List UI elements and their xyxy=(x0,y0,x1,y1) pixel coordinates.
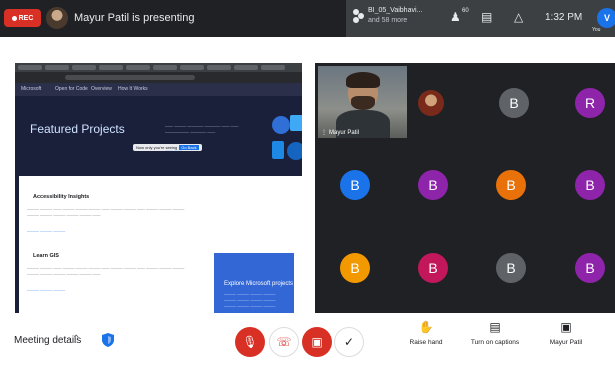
presentation-title[interactable]: BI_05_Vaibhavi... xyxy=(368,7,422,14)
address-bar xyxy=(15,72,302,83)
check-icon: ✓ xyxy=(343,335,355,349)
presentation-subtitle: and 58 more xyxy=(368,17,408,24)
recording-badge: REC xyxy=(4,9,41,27)
participant-avatar[interactable]: B xyxy=(496,170,526,200)
site-nav: Microsoft Open for Code Overview How It … xyxy=(15,83,302,96)
participant-photo-avatar[interactable] xyxy=(418,90,444,116)
participant-avatar[interactable]: B xyxy=(418,253,448,283)
item-text: ——— ——— —— ——— ——— ——— —— ——— ——— —— ———… xyxy=(27,265,185,276)
item-link[interactable]: ——— ——— ——— xyxy=(27,228,65,233)
item-link[interactable]: ——— ——— ——— xyxy=(27,287,65,292)
hero-artwork xyxy=(272,115,302,160)
activities-icon[interactable]: △ xyxy=(514,10,523,24)
nav-item: Overview xyxy=(91,86,112,92)
mic-level-icon: ⋮ xyxy=(321,130,327,136)
participant-avatar[interactable]: B xyxy=(340,170,370,200)
presenter-avatar xyxy=(46,7,68,29)
content-panel: Accessibility Insights ——— ——— —— ——— ——… xyxy=(19,176,302,313)
hand-icon: ✋ xyxy=(418,320,434,334)
clock: 1:32 PM xyxy=(545,12,583,23)
presenting-label: Mayur Patil is presenting xyxy=(74,12,195,24)
camera-off-icon: ▣ xyxy=(311,335,323,349)
nav-item: How It Works xyxy=(118,86,148,92)
explore-callout: Explore Microsoft projects ——— ——— ——— —… xyxy=(214,253,294,313)
participant-avatar[interactable]: B xyxy=(496,253,526,283)
participant-avatar[interactable]: B xyxy=(575,253,605,283)
mic-off-button[interactable]: 🎙 xyxy=(235,327,265,357)
shared-screen: Microsoft Open for Code Overview How It … xyxy=(15,63,302,313)
leave-call-button[interactable]: ☏ xyxy=(269,327,299,357)
participant-avatar[interactable]: B xyxy=(575,170,605,200)
meeting-top-bar: REC Mayur Patil is presenting BI_05_Vaib… xyxy=(0,0,615,37)
hero-title: Featured Projects xyxy=(30,122,125,136)
user-avatar[interactable]: V xyxy=(597,8,615,28)
presenter-name-pill: ⋮ Mayur Patil xyxy=(321,129,360,137)
participant-avatar[interactable]: B xyxy=(418,170,448,200)
presenter-label: Mayur Patil xyxy=(549,339,583,346)
item-heading: Learn GIS xyxy=(33,253,59,259)
participant-count: 60 xyxy=(462,8,469,14)
presenter-button[interactable]: ▣ Mayur Patil xyxy=(536,320,596,346)
chat-icon[interactable]: ▤ xyxy=(481,10,492,24)
shield-icon[interactable] xyxy=(102,333,114,347)
captions-label: Turn on captions xyxy=(470,339,520,346)
record-dot-icon xyxy=(11,15,17,21)
captions-button[interactable]: ▤ Turn on captions xyxy=(465,320,525,346)
browser-tabs xyxy=(15,63,302,72)
meeting-controls-bar: Meeting details ⌃ 🎙 ☏ ▣ ✓ ✋ Raise hand ▤… xyxy=(0,313,615,387)
raise-hand-label: Raise hand xyxy=(409,339,443,346)
item-text: ——— ——— —— ——— ——— ——— —— ——— ——— —— ———… xyxy=(27,206,185,217)
raise-hand-button[interactable]: ✋ Raise hand xyxy=(396,320,456,346)
nav-item: Open for Code xyxy=(55,86,88,92)
participant-avatar[interactable]: B xyxy=(340,253,370,283)
callout-title: Explore Microsoft projects xyxy=(224,281,294,287)
hero-link: —— —— xyxy=(165,147,183,152)
nav-item: Microsoft xyxy=(21,86,42,92)
participant-avatar[interactable]: B xyxy=(499,88,529,118)
mic-off-icon: 🎙 xyxy=(242,335,258,349)
people-icon[interactable]: ♟ xyxy=(450,10,461,24)
confirm-button[interactable]: ✓ xyxy=(334,327,364,357)
phone-icon: ☏ xyxy=(276,335,292,349)
present-icon: ▣ xyxy=(560,320,572,334)
recording-label: REC xyxy=(18,14,34,22)
presenter-name: Mayur Patil xyxy=(329,129,360,136)
participant-avatar[interactable]: R xyxy=(575,88,605,118)
camera-off-button[interactable]: ▣ xyxy=(302,327,332,357)
captions-icon: ▤ xyxy=(489,320,501,334)
you-label: You xyxy=(592,27,601,33)
callout-text: ——— ——— ——— ——— ——— ——— ——— ——— ——— ——— … xyxy=(224,291,276,308)
item-heading: Accessibility Insights xyxy=(33,194,90,200)
chevron-up-icon[interactable]: ⌃ xyxy=(72,334,80,345)
presenter-video-tile[interactable]: ⋮ Mayur Patil xyxy=(318,66,407,138)
hero-description: —— ——— ———— ———— —— —— —————— ———— —— xyxy=(165,123,239,134)
presentation-people-icon xyxy=(353,9,365,23)
